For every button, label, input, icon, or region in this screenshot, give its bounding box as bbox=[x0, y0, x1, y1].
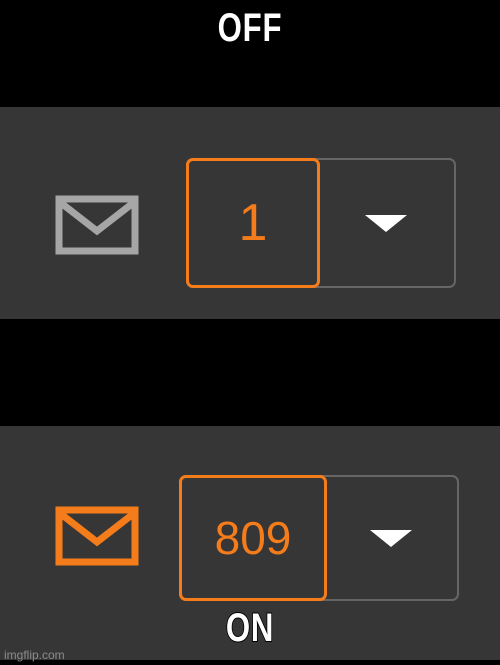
message-count-control: 1 bbox=[186, 158, 456, 288]
caret-down-icon bbox=[370, 529, 412, 547]
dropdown-button[interactable] bbox=[318, 160, 454, 286]
message-count-button[interactable]: 1 bbox=[186, 158, 320, 288]
caption-off: OFF bbox=[217, 5, 283, 51]
envelope-icon[interactable] bbox=[55, 195, 139, 255]
notification-bar-off: 1 bbox=[0, 107, 500, 319]
caption-on: ON bbox=[225, 605, 275, 651]
watermark: imgflip.com bbox=[4, 648, 65, 662]
dropdown-button[interactable] bbox=[325, 477, 457, 599]
message-count: 1 bbox=[238, 194, 268, 252]
envelope-icon[interactable] bbox=[55, 506, 139, 566]
caret-down-icon bbox=[365, 214, 407, 232]
message-count: 809 bbox=[214, 512, 292, 564]
message-count-control: 809 bbox=[179, 475, 459, 601]
message-count-button[interactable]: 809 bbox=[179, 475, 327, 601]
